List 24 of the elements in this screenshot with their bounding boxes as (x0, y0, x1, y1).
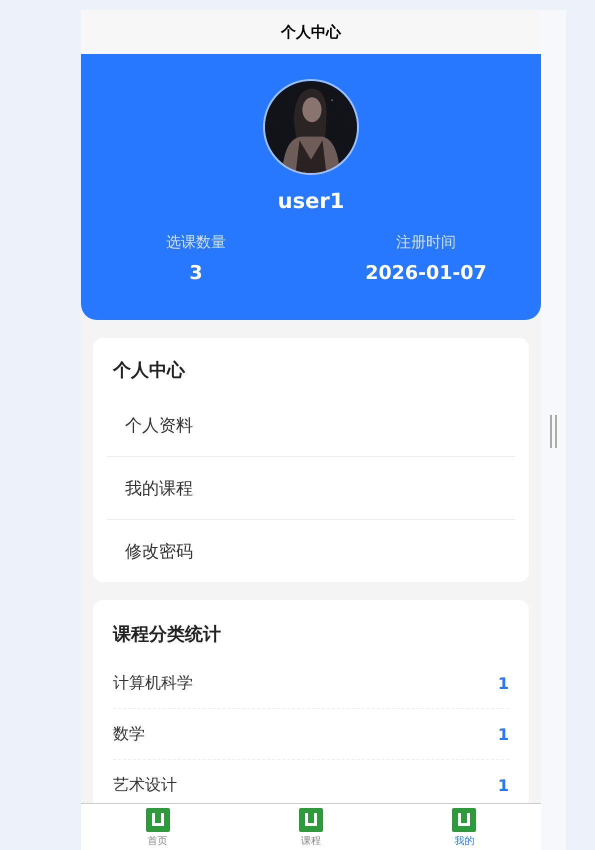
category-name: 计算机科学 (113, 672, 193, 694)
menu-item[interactable]: 我的课程 (107, 456, 515, 519)
card-title: 课程分类统计 (112, 623, 222, 647)
category-count: 1 (498, 776, 509, 794)
category-count: 1 (498, 724, 509, 744)
tab[interactable]: 首页 (81, 804, 234, 850)
menu-item[interactable]: 修改密码 (107, 519, 515, 582)
tab[interactable]: 课程 (234, 804, 388, 850)
app-icon (146, 808, 170, 832)
card-title: 个人中心 (112, 359, 186, 383)
menu-item[interactable]: 个人资料 (107, 394, 515, 456)
app-icon (298, 808, 323, 832)
tab[interactable]: 我的 (388, 804, 541, 850)
page-title: 个人中心 (281, 22, 341, 42)
stat-label: 注册时间 (396, 233, 456, 252)
stat-label: 选课数量 (166, 233, 226, 252)
stat-value: 2026-01-07 (365, 262, 487, 284)
stat-value: 3 (189, 262, 203, 284)
username: user1 (278, 189, 344, 213)
category-count: 1 (498, 674, 509, 692)
app-icon (452, 808, 476, 832)
category-name: 数学 (113, 724, 145, 744)
category-name: 艺术设计 (113, 774, 177, 796)
resize-handle[interactable] (550, 415, 557, 448)
